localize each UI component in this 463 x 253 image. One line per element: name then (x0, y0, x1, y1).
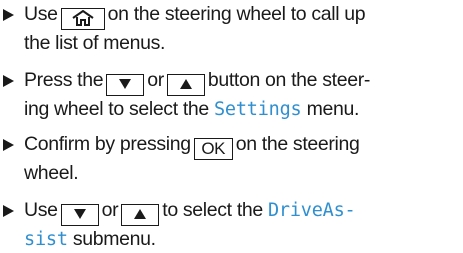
arrow-up-icon (179, 78, 192, 89)
step-1-text-a: Use (24, 3, 58, 25)
step-2-line-1: Press the or button on the steer- (24, 67, 459, 96)
step-4-line-1: Use or to select the DriveAs- (24, 197, 459, 226)
bullet-triangle-icon (3, 205, 14, 217)
home-icon (72, 9, 94, 26)
arrow-down-icon (119, 78, 132, 89)
step-1-text-b: on the steering wheel to call up (107, 3, 366, 25)
up-key (166, 74, 205, 96)
step-2-text-b: or (147, 69, 164, 91)
driveassist-menu-term-b: sist (24, 229, 68, 250)
step-2-text-e: menu. (306, 98, 360, 120)
step-4-text-a: Use (24, 199, 58, 221)
step-3-text-b: on the steering (235, 133, 360, 155)
bullet-triangle-icon (3, 75, 14, 87)
bullet-triangle-icon (3, 9, 14, 21)
arrow-up-icon (134, 208, 147, 219)
step-4: Use or to select the DriveAs- sist submenu… (3, 197, 459, 253)
home-key (60, 8, 105, 30)
step-3-text-a: Confirm by pressing (24, 133, 191, 155)
down-key (60, 204, 99, 226)
up-key (121, 204, 160, 226)
step-3-line-2: wheel. (24, 162, 79, 184)
down-key (106, 74, 145, 96)
step-2-line-2: ing wheel to select the Settings menu. (24, 96, 459, 123)
settings-menu-term: Settings (213, 99, 302, 120)
step-3: Confirm by pressing OK on the steering whe… (3, 131, 459, 186)
step-2-text-c: button on the steer- (207, 69, 370, 91)
step-1-line-1: Use on the steering wheel to call up (24, 1, 459, 30)
arrow-down-icon (73, 208, 86, 219)
step-2-text-a: Press the (24, 69, 104, 91)
step-4-text-b: or (101, 199, 119, 221)
ok-key: OK (193, 138, 233, 160)
instruction-list: Use on the steering wheel to call up the … (0, 0, 463, 252)
step-4-text-d: submenu. (72, 228, 156, 250)
bullet-triangle-icon (3, 139, 14, 151)
step-4-line-2: sist submenu. (24, 226, 459, 253)
step-2: Press the or button on the steer- ing whee… (3, 67, 459, 123)
driveassist-menu-term-a: DriveAs- (267, 200, 356, 221)
step-1-line-2: the list of menus. (24, 32, 166, 54)
step-4-text-c: to select the (162, 199, 263, 221)
step-2-text-d: ing wheel to select the (24, 98, 209, 120)
step-1: Use on the steering wheel to call up the … (3, 1, 459, 56)
step-3-line-1: Confirm by pressing OK on the steering (24, 131, 459, 160)
